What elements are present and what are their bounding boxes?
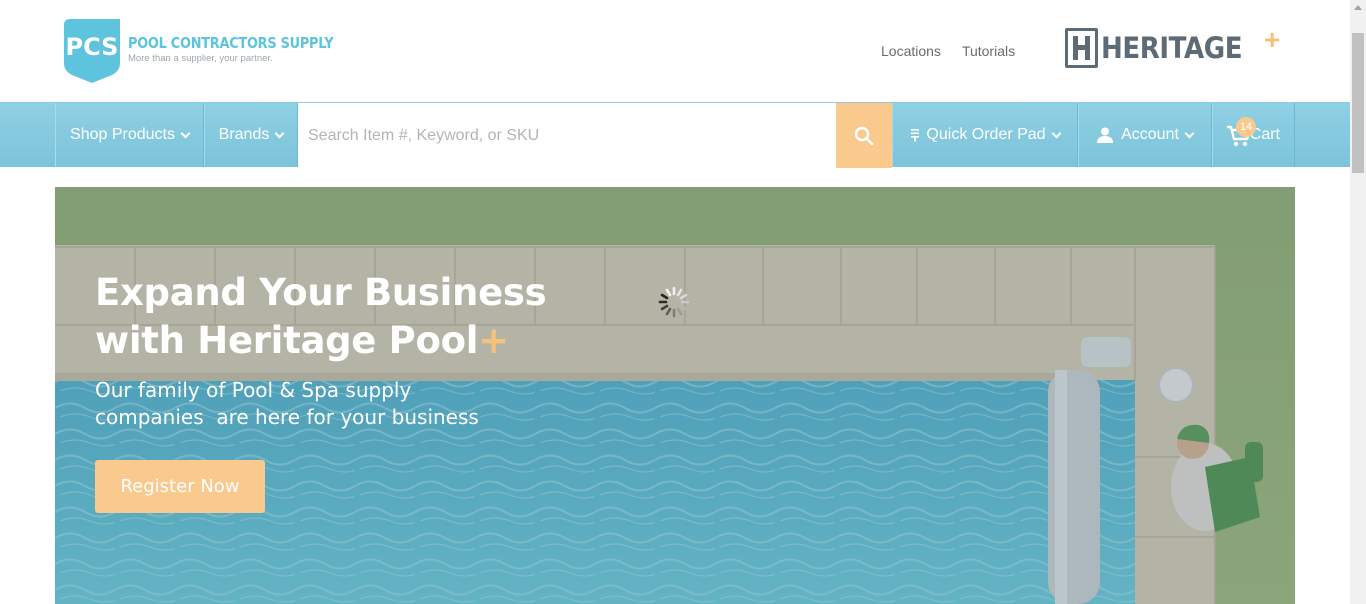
- cart-count-badge: 14: [1236, 117, 1256, 137]
- shop-products-menu[interactable]: Shop Products: [55, 103, 204, 167]
- brands-label: Brands: [218, 126, 270, 143]
- heritage-h-icon: [1065, 28, 1098, 68]
- cart-link[interactable]: Cart: [1212, 103, 1295, 167]
- locations-link[interactable]: Locations: [881, 43, 941, 59]
- pcs-shield-icon: PCS: [64, 19, 120, 83]
- search-icon: [854, 126, 874, 145]
- hero-banner: Expand Your Business with Heritage Pool+…: [55, 187, 1295, 604]
- site-header: PCS POOL CONTRACTORS SUPPLY More than a …: [0, 0, 1350, 102]
- chevron-down-icon: [1184, 128, 1195, 138]
- pcs-logo[interactable]: PCS POOL CONTRACTORS SUPPLY More than a …: [64, 19, 367, 83]
- hero-title-line1: Expand Your Business: [95, 271, 547, 314]
- scroll-up-arrow-icon[interactable]: [1354, 5, 1362, 10]
- brands-menu[interactable]: Brands: [204, 103, 298, 167]
- search-button[interactable]: [836, 103, 892, 168]
- top-links: Locations Tutorials: [881, 43, 1015, 59]
- loading-spinner-icon: [658, 286, 690, 318]
- search-input[interactable]: [298, 103, 836, 168]
- list-icon: [911, 129, 920, 142]
- shop-products-label: Shop Products: [70, 126, 175, 143]
- svg-text:PCS: PCS: [66, 33, 119, 61]
- chevron-down-icon: [274, 128, 285, 138]
- main-nav: Shop Products Brands Quick Order Pad Acc…: [0, 102, 1350, 168]
- heritage-wordmark: HERITAGE: [1101, 31, 1243, 65]
- hero-title-line2: with Heritage Pool+: [95, 319, 509, 362]
- quick-order-pad-menu[interactable]: Quick Order Pad: [892, 103, 1078, 167]
- user-icon: [1097, 127, 1114, 143]
- account-menu[interactable]: Account: [1078, 103, 1212, 167]
- tutorials-link[interactable]: Tutorials: [962, 43, 1015, 59]
- scroll-thumb[interactable]: [1352, 33, 1364, 173]
- heritage-logo[interactable]: HERITAGE +: [1065, 24, 1280, 68]
- pcs-tagline: More than a supplier, your partner.: [128, 53, 273, 64]
- heritage-plus-icon: +: [478, 319, 509, 362]
- chevron-down-icon: [180, 128, 191, 138]
- chevron-down-icon: [1051, 128, 1062, 138]
- hero-title: Expand Your Business with Heritage Pool+: [95, 269, 575, 365]
- quick-order-pad-label: Quick Order Pad: [926, 126, 1046, 143]
- hero-subtitle-line1: Our family of Pool & Spa supply: [95, 378, 412, 402]
- page-scrollbar[interactable]: [1350, 0, 1366, 604]
- hero-subtitle-line2: companies are here for your business: [95, 405, 479, 429]
- account-label: Account: [1121, 126, 1179, 143]
- register-now-button[interactable]: Register Now: [95, 460, 265, 513]
- pcs-company-name: POOL CONTRACTORS SUPPLY: [128, 34, 334, 52]
- heritage-plus-icon: +: [1264, 24, 1281, 55]
- hero-subtitle: Our family of Pool & Spa supply companie…: [95, 377, 495, 431]
